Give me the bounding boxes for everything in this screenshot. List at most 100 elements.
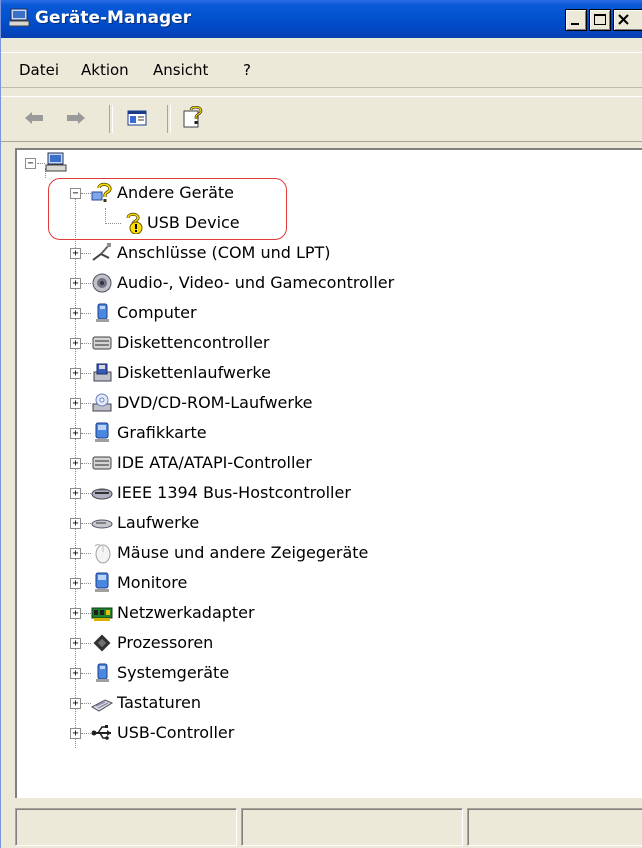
tree-line [81, 493, 91, 495]
maximize-button[interactable] [589, 9, 611, 31]
menu-aktion[interactable]: Aktion [81, 61, 129, 79]
status-bar [1, 808, 642, 848]
tree-group-label: Monitore [117, 573, 188, 592]
menu-bar: Datei Aktion Ansicht ? [1, 52, 642, 88]
tree-group-dvd-cd-rom-laufwerke[interactable]: + DVD/CD-ROM-Laufwerke [17, 390, 617, 416]
tree-group-computer[interactable]: + Computer [17, 300, 617, 326]
tree-group-label: Laufwerke [117, 513, 200, 532]
tree-line [81, 343, 91, 345]
expand-toggle[interactable]: + [70, 308, 81, 319]
help-button[interactable] [179, 105, 207, 131]
tree-line [81, 523, 91, 525]
tree-group-ieee-1394-bus-hostcontroller[interactable]: + IEEE 1394 Bus-Hostcontroller [17, 480, 617, 506]
back-button[interactable] [21, 105, 49, 131]
tree-group-diskettenlaufwerke[interactable]: + Diskettenlaufwerke [17, 360, 617, 386]
expand-toggle[interactable]: + [70, 638, 81, 649]
tree-group-usb-controller[interactable]: + USB-Controller [17, 720, 617, 746]
menu-datei[interactable]: Datei [19, 61, 59, 79]
forward-button[interactable] [61, 105, 89, 131]
forward-arrow-icon [67, 112, 85, 124]
tree-group-audio-video-und-gamecontroller[interactable]: + Audio-, Video- und Gamecontroller [17, 270, 617, 296]
close-button[interactable] [613, 9, 642, 31]
toolbar-separator [167, 105, 171, 133]
tree-group-label: Systemgeräte [117, 663, 230, 682]
tree-group-mause-und-andere-zeigegerate[interactable]: + Mäuse und andere Zeigegeräte [17, 540, 617, 566]
tree-group-label: DVD/CD-ROM-Laufwerke [117, 393, 313, 412]
collapse-toggle[interactable]: − [25, 158, 36, 169]
tree-group-monitore[interactable]: + Monitore [17, 570, 617, 596]
floppy-icon [93, 363, 112, 382]
tree-group-label: Tastaturen [117, 693, 201, 712]
tree-root[interactable]: − [17, 150, 617, 176]
monitor-icon [95, 572, 109, 592]
expand-toggle[interactable]: + [70, 578, 81, 589]
controller-icon [92, 336, 112, 350]
expand-toggle[interactable]: + [70, 518, 81, 529]
expand-toggle[interactable]: + [70, 278, 81, 289]
expand-toggle[interactable]: + [70, 548, 81, 559]
tree-group-systemgerate[interactable]: + Systemgeräte [17, 660, 617, 686]
tree-group-label: Mäuse und andere Zeigegeräte [117, 543, 369, 562]
processor-icon [93, 634, 111, 652]
device-manager-icon [9, 8, 30, 27]
tree-line [81, 313, 91, 315]
tree-group-label: USB-Controller [117, 723, 235, 742]
status-cell [241, 808, 463, 846]
usb-icon [91, 725, 111, 740]
tree-group-tastaturen[interactable]: + Tastaturen [17, 690, 617, 716]
tree-group-diskettencontroller[interactable]: + Diskettencontroller [17, 330, 617, 356]
menu-ansicht[interactable]: Ansicht [153, 61, 208, 79]
tree-group-label: Netzwerkadapter [117, 603, 255, 622]
expand-toggle[interactable]: + [70, 608, 81, 619]
expand-toggle[interactable]: + [70, 428, 81, 439]
keyboard-icon [91, 699, 113, 712]
properties-button[interactable] [123, 105, 151, 131]
tree-line [81, 553, 91, 555]
tree-line [81, 433, 91, 435]
highlight-annotation [48, 178, 287, 240]
expand-toggle[interactable]: + [70, 458, 81, 469]
tree-group-anschlusse-com-und-lpt[interactable]: + Anschlüsse (COM und LPT) [17, 240, 617, 266]
help-icon [183, 106, 203, 128]
title-bar[interactable]: Geräte-Manager [1, 0, 642, 38]
tree-line [81, 613, 91, 615]
tree-group-label: Diskettenlaufwerke [117, 363, 271, 382]
expand-toggle[interactable]: + [70, 368, 81, 379]
toolbar-separator [109, 105, 113, 133]
tree-line [81, 673, 91, 675]
expand-toggle[interactable]: + [70, 488, 81, 499]
tree-line [81, 733, 91, 735]
status-cell [467, 808, 642, 846]
tree-group-grafikkarte[interactable]: + Grafikkarte [17, 420, 617, 446]
expand-toggle[interactable]: + [70, 698, 81, 709]
window-title: Geräte-Manager [35, 8, 192, 28]
expand-toggle[interactable]: + [70, 248, 81, 259]
tree-group-label: IDE ATA/ATAPI-Controller [117, 453, 312, 472]
expand-toggle[interactable]: + [70, 668, 81, 679]
device-tree[interactable]: − − Andere Geräte USB Device + Anschlüsse (C… [15, 148, 642, 798]
minimize-button[interactable] [565, 9, 587, 31]
tree-line [37, 163, 45, 165]
menu-help[interactable]: ? [243, 61, 251, 79]
status-cell [15, 808, 237, 846]
expand-toggle[interactable]: + [70, 728, 81, 739]
network-card-icon [91, 607, 113, 621]
tree-group-label: Computer [117, 303, 197, 322]
computer-icon [96, 303, 109, 322]
drive-icon [91, 519, 113, 529]
tree-group-laufwerke[interactable]: + Laufwerke [17, 510, 617, 536]
properties-icon [127, 110, 147, 126]
expand-toggle[interactable]: + [70, 338, 81, 349]
tree-line [81, 643, 91, 645]
monitor-icon [95, 422, 109, 442]
expand-toggle[interactable]: + [70, 398, 81, 409]
minimize-icon [571, 23, 579, 25]
close-icon [618, 14, 629, 25]
cdrom-icon [92, 393, 112, 412]
tree-group-ide-ata-atapi-controller[interactable]: + IDE ATA/ATAPI-Controller [17, 450, 617, 476]
tree-group-label: Diskettencontroller [117, 333, 270, 352]
tree-group-label: Grafikkarte [117, 423, 207, 442]
tree-group-prozessoren[interactable]: + Prozessoren [17, 630, 617, 656]
tree-group-netzwerkadapter[interactable]: + Netzwerkadapter [17, 600, 617, 626]
mouse-icon [94, 544, 111, 564]
